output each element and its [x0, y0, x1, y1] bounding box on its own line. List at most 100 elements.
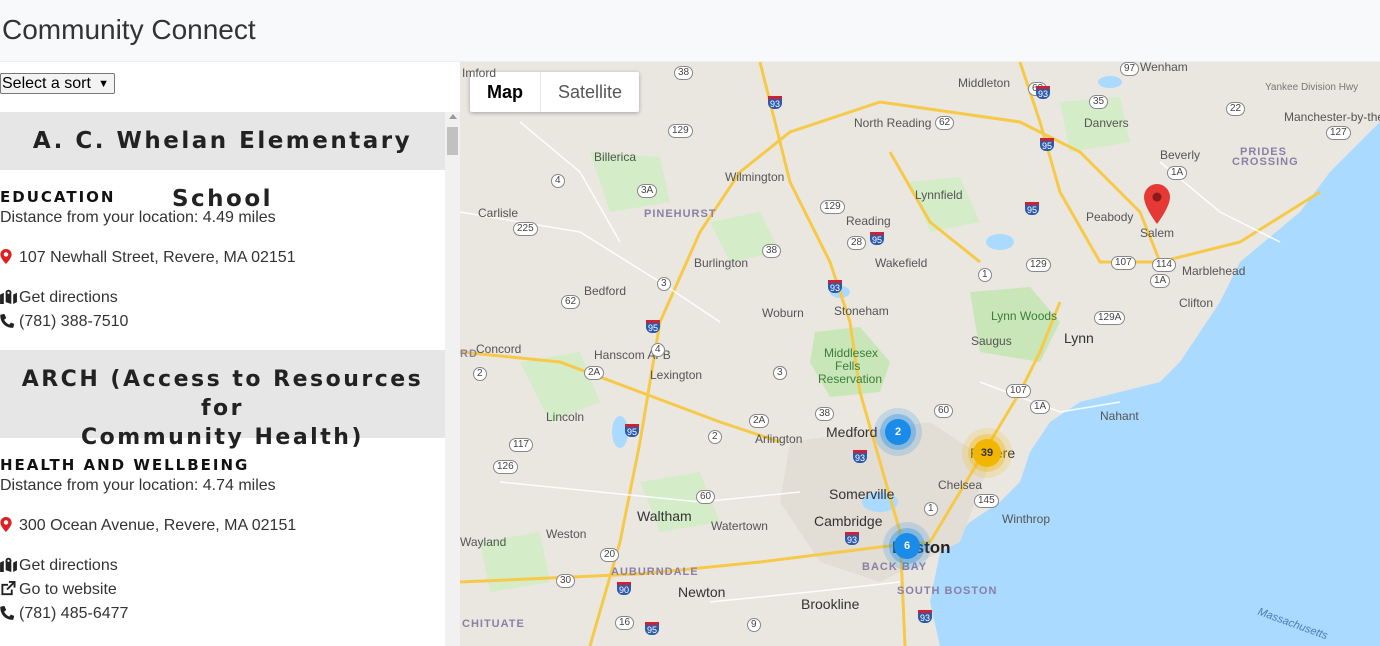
listing-name[interactable]: ARCH (Access to Resources for Community …	[0, 350, 445, 450]
route-shield: 4	[651, 343, 665, 357]
map-place-label: Fells	[835, 359, 861, 373]
route-shield: 38	[815, 407, 835, 421]
map-place-label: Carlisle	[478, 206, 519, 220]
listing-card: ARCH (Access to Resources for Community …	[0, 350, 445, 626]
map-place-label: Danvers	[1084, 116, 1129, 130]
interstate-shield: 90	[617, 582, 632, 595]
map-place-label: Winthrop	[1002, 512, 1051, 526]
map-place-label: Middlesex	[824, 346, 879, 360]
phone-icon	[0, 604, 16, 628]
route-shield: 2A	[584, 366, 605, 380]
map-place-label: Wilmington	[725, 170, 785, 184]
map-place-label: Nahant	[1100, 409, 1139, 423]
route-shield: 1A	[1167, 166, 1188, 180]
route-shield: 60	[934, 404, 954, 418]
map-type-satellite-button[interactable]: Satellite	[541, 72, 639, 112]
interstate-shield: 93	[828, 280, 843, 293]
map-pin-icon	[0, 248, 16, 272]
route-shield: 145	[974, 494, 999, 508]
route-shield: 107	[1111, 256, 1136, 270]
map-directions-icon	[0, 556, 17, 580]
map-place-label: Lynnfield	[915, 188, 963, 202]
map-place-label: North Reading	[854, 116, 932, 130]
map-place-label: Lynn Woods	[991, 309, 1058, 323]
listing-address: 107 Newhall Street, Revere, MA 02151	[0, 246, 445, 270]
route-shield: 127	[1326, 126, 1351, 140]
interstate-shield: 95	[1025, 202, 1040, 215]
route-shield: 35	[1089, 95, 1109, 109]
listing-address: 300 Ocean Avenue, Revere, MA 02151	[0, 514, 445, 538]
interstate-shield: 93	[853, 450, 868, 463]
route-shield: 97	[1120, 62, 1140, 76]
map-place-label: SOUTH BOSTON	[897, 585, 998, 597]
map-place-label: Weston	[546, 527, 587, 541]
map-view[interactable]: Map Satellite Imford Wenham Middleton Ya…	[460, 62, 1380, 646]
sidebar-scrollbar[interactable]	[445, 112, 460, 646]
interstate-shield: 93	[918, 610, 933, 623]
phone-link[interactable]: (781) 485-6477	[0, 602, 445, 626]
directions-text[interactable]: Get directions	[19, 557, 118, 574]
sort-select[interactable]: Select a sort ▼	[0, 73, 115, 94]
interstate-shield: 95	[870, 232, 885, 245]
map-place-label: Lexington	[650, 368, 703, 382]
directions-link[interactable]: Get directions	[0, 554, 445, 578]
directions-link[interactable]: Get directions	[0, 286, 445, 310]
route-shield: 129A	[1094, 311, 1126, 325]
map-cluster[interactable]: 39	[973, 439, 1001, 467]
map-place-label: Somerville	[829, 486, 895, 502]
phone-icon	[0, 312, 16, 336]
route-shield: 1A	[1150, 274, 1171, 288]
map-place-label: Cambridge	[814, 513, 883, 529]
website-link[interactable]: Go to website	[0, 578, 445, 602]
map-place-label: Billerica	[594, 150, 637, 164]
interstate-shield: 93	[768, 96, 783, 109]
map-place-label: RD	[460, 348, 478, 360]
map-place-label: Salem	[1140, 226, 1175, 240]
listing-name-line: Community Health)	[81, 425, 364, 450]
map-cluster[interactable]: 6	[894, 533, 920, 559]
map-directions-icon	[0, 288, 17, 312]
map-place-label: Wakefield	[875, 256, 928, 270]
scroll-up-arrow-icon[interactable]	[449, 114, 457, 119]
scrollbar-thumb[interactable]	[447, 127, 458, 155]
route-shield: 114	[1152, 258, 1176, 272]
directions-text[interactable]: Get directions	[19, 289, 118, 306]
route-shield: 30	[556, 574, 576, 588]
route-shield: 22	[1226, 102, 1246, 116]
route-shield: 126	[493, 460, 518, 474]
top-navbar: Community Connect	[0, 0, 1380, 62]
map-place-label: Clifton	[1179, 296, 1214, 310]
map-place-label: Bedford	[584, 284, 627, 298]
map-place-label: Arlington	[755, 432, 803, 446]
listing-sidebar: Select a sort ▼ A. C. Whelan Elementary …	[0, 62, 460, 646]
listing-card: A. C. Whelan Elementary School EDUCATION…	[0, 112, 445, 350]
phone-text[interactable]: (781) 485-6477	[19, 605, 128, 622]
map-place-label: Marblehead	[1182, 264, 1246, 278]
route-shield: 129	[1026, 258, 1051, 272]
listing-name[interactable]: A. C. Whelan Elementary School	[0, 112, 445, 212]
sort-select-value: Select a sort	[2, 75, 91, 92]
phone-text[interactable]: (781) 388-7510	[19, 313, 128, 330]
route-shield: 20	[600, 548, 620, 562]
map-place-label: Waltham	[637, 508, 692, 524]
card-spacer	[0, 334, 445, 350]
route-shield: 1	[924, 502, 938, 516]
route-shield: 9	[747, 618, 761, 632]
interstate-shield: 95	[646, 320, 661, 333]
website-text[interactable]: Go to website	[19, 581, 117, 598]
app-title[interactable]: Community Connect	[2, 14, 256, 46]
route-shield: 60	[696, 490, 716, 504]
map-place-label: Imford	[462, 66, 497, 80]
map-place-label: CROSSING	[1232, 156, 1299, 168]
map-place-label: Peabody	[1086, 210, 1134, 224]
external-link-icon	[0, 580, 16, 604]
map-place-label: Lynn	[1064, 330, 1094, 346]
interstate-shield: 93	[845, 532, 860, 545]
map-marker[interactable]	[1144, 184, 1170, 224]
route-shield: 38	[674, 66, 694, 80]
map-cluster[interactable]: 2	[885, 419, 911, 445]
phone-link[interactable]: (781) 388-7510	[0, 310, 445, 334]
map-place-label: Wayland	[460, 535, 507, 549]
map-place-label: BACK BAY	[862, 561, 928, 573]
listing-name-line: ARCH (Access to Resources for	[21, 367, 424, 421]
